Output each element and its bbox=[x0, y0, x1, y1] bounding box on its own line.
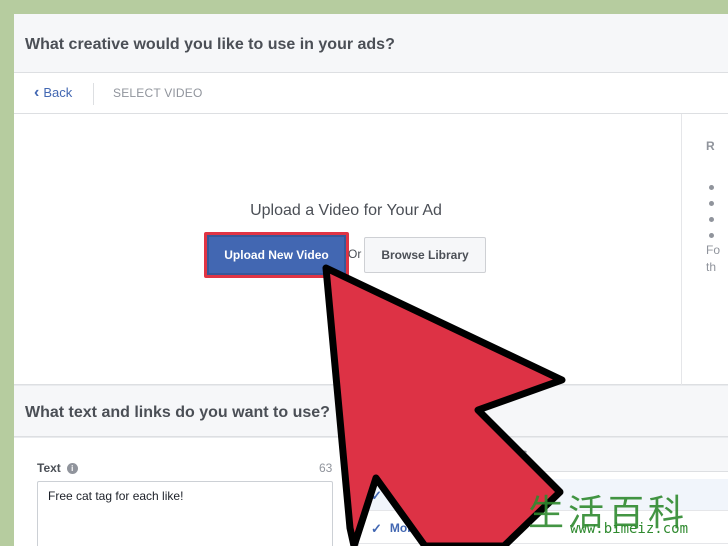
placements-header-part: N A bbox=[422, 449, 443, 461]
upload-panel: Upload a Video for Your Ad Upload New Vi… bbox=[14, 114, 728, 385]
placements-header-part: A bbox=[371, 449, 380, 461]
upload-title: Upload a Video for Your Ad bbox=[250, 202, 442, 219]
ad-text-input[interactable]: Free cat tag for each like! bbox=[37, 481, 333, 546]
bullet-dot bbox=[709, 217, 714, 222]
check-icon: ✓ bbox=[371, 521, 382, 536]
side-text-line: Fo bbox=[706, 243, 721, 257]
creative-section-header: What creative would you like to use in y… bbox=[14, 14, 728, 73]
step-label: SELECT VIDEO bbox=[113, 86, 203, 100]
creative-section-title: What creative would you like to use in y… bbox=[25, 36, 395, 53]
char-count: 63 bbox=[319, 461, 333, 475]
text-field-label-row: Text i bbox=[37, 461, 78, 475]
upload-new-video-highlight: Upload New Video bbox=[204, 232, 349, 278]
chevron-left-icon: ‹ bbox=[34, 83, 40, 101]
bullet-dot bbox=[709, 201, 714, 206]
placements-header-part: ENTS bbox=[496, 449, 529, 461]
side-heading: R bbox=[706, 139, 715, 153]
bullet-dot bbox=[709, 185, 714, 190]
back-button[interactable]: ‹ Back bbox=[34, 83, 73, 101]
step-nav-bar: ‹ Back SELECT VIDEO bbox=[14, 73, 728, 114]
side-text-line: th bbox=[706, 260, 717, 274]
watermark-url: www.bimeiz.com bbox=[570, 521, 689, 537]
text-links-section-title: What text and links do you want to use? bbox=[25, 404, 330, 421]
placements-header: A N A ENTS bbox=[359, 438, 728, 472]
bullet-dot bbox=[709, 233, 714, 238]
back-label: Back bbox=[43, 85, 73, 100]
or-label: Or bbox=[348, 247, 362, 261]
ads-creator-panel: What creative would you like to use in y… bbox=[14, 14, 728, 546]
text-field-label: Text bbox=[37, 461, 61, 475]
placement-label: top News F bbox=[413, 488, 478, 502]
browse-library-button[interactable]: Browse Library bbox=[364, 237, 486, 273]
info-icon[interactable]: i bbox=[66, 462, 78, 474]
text-links-section-header: What text and links do you want to use? bbox=[14, 386, 728, 437]
check-icon: ✓ bbox=[371, 488, 382, 503]
nav-divider bbox=[93, 83, 94, 105]
upload-new-video-button[interactable]: Upload New Video bbox=[207, 235, 346, 275]
side-divider bbox=[681, 114, 682, 385]
placement-label: Mobile News Feed bbox=[389, 521, 494, 535]
